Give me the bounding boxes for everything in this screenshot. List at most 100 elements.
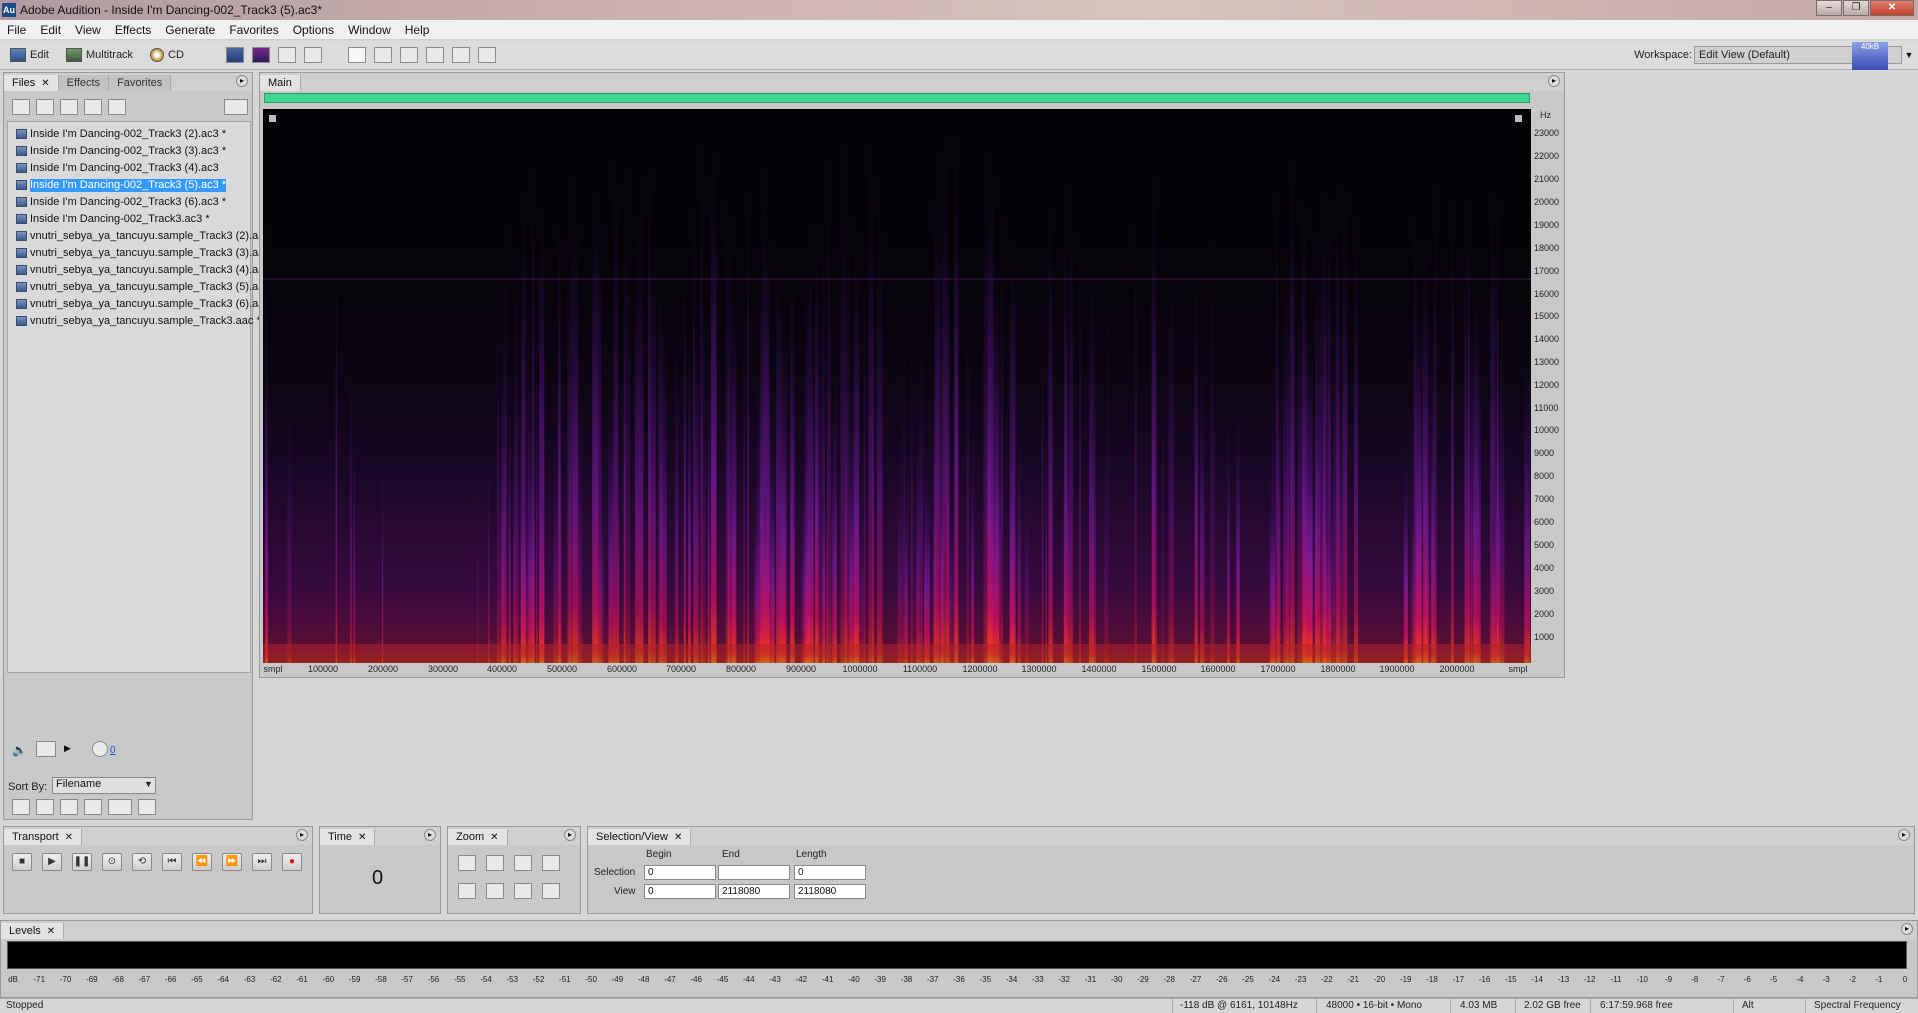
lasso-tool-icon[interactable] (400, 47, 418, 63)
insert-into-multitrack-icon[interactable] (60, 99, 78, 115)
tab-levels[interactable]: Levels ✕ (1, 923, 65, 939)
zoom-right-edge-icon[interactable] (486, 883, 504, 899)
panel-menu-icon[interactable]: ▸ (296, 829, 308, 841)
tab-zoom[interactable]: Zoom ✕ (448, 829, 508, 845)
spectral-pan-icon[interactable] (278, 47, 296, 63)
display-options-icon[interactable] (138, 799, 156, 815)
close-button[interactable]: ✕ (1870, 0, 1914, 16)
close-icon[interactable]: ✕ (41, 78, 49, 89)
tab-time[interactable]: Time ✕ (320, 829, 376, 845)
close-icon[interactable]: ✕ (65, 832, 73, 843)
tab-favorites[interactable]: Favorites (109, 75, 172, 91)
view-length-field[interactable]: 2118080 (794, 884, 866, 899)
cd-view-button[interactable]: CD (150, 45, 184, 65)
list-item[interactable]: vnutri_sebya_ya_tancuyu.sample_Track3 (4… (16, 264, 270, 277)
close-icon[interactable]: ✕ (358, 832, 366, 843)
loop-preview-icon[interactable] (84, 799, 102, 815)
marquee-tool-icon[interactable] (374, 47, 392, 63)
waveform-display-icon[interactable] (226, 47, 244, 63)
play-from-cursor-button[interactable]: ⊙ (102, 853, 122, 871)
sort-by-select[interactable]: Filename (52, 777, 156, 794)
list-item[interactable]: Inside I'm Dancing-002_Track3 (2).ac3 * (16, 128, 226, 141)
menu-file[interactable]: File (0, 23, 33, 37)
list-item[interactable]: Inside I'm Dancing-002_Track3 (6).ac3 * (16, 196, 226, 209)
edit-view-button[interactable]: Edit (10, 45, 49, 65)
selection-begin-field[interactable]: 0 (644, 865, 716, 880)
hybrid-tool-icon[interactable] (478, 47, 496, 63)
volume-knob-icon[interactable] (92, 741, 108, 757)
close-file-icon[interactable] (36, 99, 54, 115)
menu-view[interactable]: View (68, 23, 108, 37)
menu-window[interactable]: Window (341, 23, 398, 37)
list-item[interactable]: vnutri_sebya_ya_tancuyu.sample_Track3 (6… (16, 298, 277, 311)
list-item[interactable]: vnutri_sebya_ya_tancuyu.sample_Track3.aa… (16, 315, 261, 328)
filter-icon[interactable] (108, 799, 132, 815)
list-item[interactable]: Inside I'm Dancing-002_Track3.ac3 * (16, 213, 210, 226)
spectral-corner-handle[interactable] (269, 115, 276, 122)
close-icon[interactable]: ✕ (47, 926, 55, 937)
spectral-display-icon[interactable] (252, 47, 270, 63)
list-item[interactable]: Inside I'm Dancing-002_Track3 (3).ac3 * (16, 145, 226, 158)
fast-forward-button[interactable]: ⏩ (222, 853, 242, 871)
loop-icon[interactable] (36, 741, 56, 757)
menu-options[interactable]: Options (286, 23, 341, 37)
menu-help[interactable]: Help (398, 23, 437, 37)
auto-play-icon[interactable] (36, 799, 54, 815)
time-selection-tool-icon[interactable] (348, 47, 366, 63)
list-item[interactable]: vnutri_sebya_ya_tancuyu.sample_Track3 (3… (16, 247, 277, 260)
go-to-end-button[interactable]: ⏭ (252, 853, 272, 871)
list-item[interactable]: vnutri_sebya_ya_tancuyu.sample_Track3 (2… (16, 230, 270, 243)
spectral-corner-handle[interactable] (1515, 115, 1522, 122)
restore-button[interactable]: ❐ (1843, 0, 1869, 16)
stop-button[interactable]: ■ (12, 853, 32, 871)
effects-paintbrush-icon[interactable] (426, 47, 444, 63)
view-begin-field[interactable]: 0 (644, 884, 716, 899)
play-button[interactable]: ▶ (42, 853, 62, 871)
chevron-down-icon[interactable]: ▼ (1903, 46, 1915, 64)
record-button[interactable]: ● (282, 853, 302, 871)
close-icon[interactable]: ✕ (674, 832, 682, 843)
zoom-selection-icon[interactable] (542, 855, 560, 871)
spectral-phase-icon[interactable] (304, 47, 322, 63)
speaker-icon[interactable]: 🔈 (12, 743, 28, 757)
chevron-down-icon[interactable]: ▼ (144, 779, 153, 789)
loop-play-button[interactable]: ⟲ (132, 853, 152, 871)
list-item-selected[interactable]: Inside I'm Dancing-002_Track3 (5).ac3 * (16, 179, 226, 192)
view-mode-icon[interactable] (12, 799, 30, 815)
rewind-button[interactable]: ⏪ (192, 853, 212, 871)
panel-menu-icon[interactable]: ▸ (1901, 923, 1913, 935)
spectral-frequency-display[interactable] (263, 109, 1531, 664)
pause-button[interactable]: ❚❚ (72, 853, 92, 871)
menu-effects[interactable]: Effects (108, 23, 158, 37)
tab-main[interactable]: Main (260, 75, 301, 91)
menu-generate[interactable]: Generate (158, 23, 222, 37)
list-item[interactable]: vnutri_sebya_ya_tancuyu.sample_Track3 (5… (16, 281, 277, 294)
tab-selection-view[interactable]: Selection/View ✕ (588, 829, 692, 845)
volume-value[interactable]: 0 (110, 745, 116, 756)
play-preview-icon[interactable] (108, 99, 126, 115)
menu-favorites[interactable]: Favorites (222, 23, 285, 37)
panel-menu-icon[interactable]: ▸ (564, 829, 576, 841)
panel-menu-icon[interactable]: ▸ (1548, 75, 1560, 87)
view-end-field[interactable]: 2118080 (718, 884, 790, 899)
go-to-start-button[interactable]: ⏮ (162, 853, 182, 871)
zoom-out-vertical-icon[interactable] (542, 883, 560, 899)
selection-end-field[interactable] (718, 865, 790, 880)
close-icon[interactable]: ✕ (490, 832, 498, 843)
minimize-button[interactable]: – (1816, 0, 1842, 16)
insert-into-cd-icon[interactable] (84, 99, 102, 115)
panel-menu-icon[interactable]: ▸ (424, 829, 436, 841)
waveform-overview-bar[interactable] (264, 93, 1530, 103)
zoom-out-full-icon[interactable] (514, 855, 532, 871)
zoom-in-vertical-icon[interactable] (514, 883, 532, 899)
file-view-options-icon[interactable] (224, 99, 248, 115)
open-file-icon[interactable] (12, 99, 30, 115)
play-arrow-icon[interactable]: ▶ (64, 743, 74, 759)
menu-edit[interactable]: Edit (33, 23, 68, 37)
tab-effects[interactable]: Effects (58, 75, 110, 91)
stop-preview-icon[interactable] (60, 799, 78, 815)
spot-healing-brush-icon[interactable] (452, 47, 470, 63)
zoom-in-horizontal-icon[interactable] (458, 855, 476, 871)
panel-menu-icon[interactable]: ▸ (236, 75, 248, 87)
zoom-out-horizontal-icon[interactable] (486, 855, 504, 871)
